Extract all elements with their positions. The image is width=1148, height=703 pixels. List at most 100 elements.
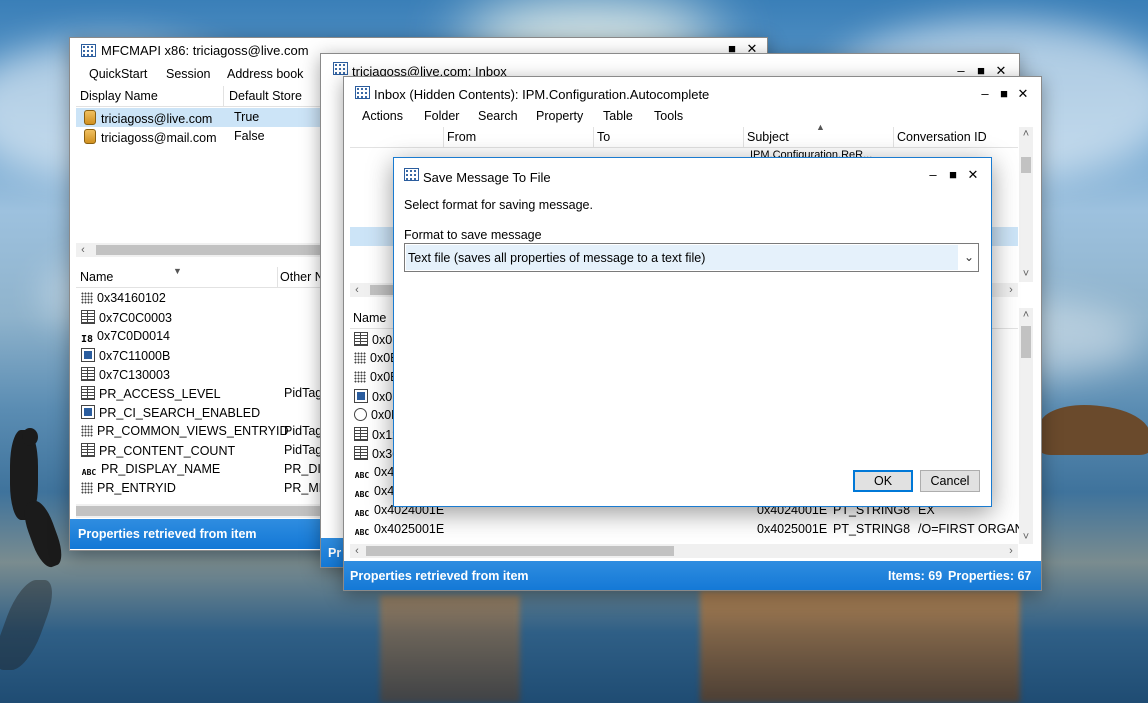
col-default-store[interactable]: Default Store xyxy=(229,89,302,103)
format-select[interactable]: Text file (saves all properties of messa… xyxy=(404,243,979,272)
abc-type-icon: ABC xyxy=(354,471,370,480)
grid-type-icon xyxy=(81,367,95,381)
box-type-icon xyxy=(354,389,368,403)
scroll-down-icon[interactable]: ˅ xyxy=(1019,267,1033,281)
scroll-left-icon[interactable]: ‹ xyxy=(350,544,364,558)
close-icon[interactable]: ✕ xyxy=(965,167,981,183)
col-from[interactable]: From xyxy=(447,130,476,144)
store-list-header: Display Name Default Store xyxy=(76,86,321,107)
store-row[interactable]: triciagoss@live.com True xyxy=(76,108,321,127)
col-other-names[interactable]: Other N xyxy=(280,270,324,284)
prop-row[interactable]: 0x34160102 xyxy=(76,289,321,308)
prop-name: 0x7C0D0014 xyxy=(97,329,170,343)
hidden-status-bar: Properties retrieved from item Items: 69… xyxy=(344,561,1041,590)
grid-type-icon xyxy=(354,446,368,460)
hidden-menubar: Actions Folder Search Property Table Too… xyxy=(344,107,1041,127)
minimize-icon[interactable]: – xyxy=(977,86,993,102)
hidden-window-title: Inbox (Hidden Contents): IPM.Configurati… xyxy=(374,87,710,102)
cancel-button[interactable]: Cancel xyxy=(920,470,980,492)
col-to[interactable]: To xyxy=(597,130,610,144)
prop-row[interactable]: 0x7C11000B xyxy=(76,346,321,365)
prop-row[interactable]: PR_ENTRYID PR_ME xyxy=(76,479,327,498)
scroll-right-icon[interactable]: › xyxy=(1004,544,1018,558)
maximize-icon[interactable]: ■ xyxy=(996,86,1012,102)
scroll-right-icon[interactable]: › xyxy=(1004,283,1018,297)
store-name: triciagoss@live.com xyxy=(101,112,213,126)
col-subject[interactable]: Subject xyxy=(747,130,789,144)
prop-name: PR_CONTENT_COUNT xyxy=(99,444,236,458)
abc-type-icon: ABC xyxy=(354,528,370,537)
prop-name: PR_ENTRYID xyxy=(97,481,176,495)
scroll-left-icon[interactable]: ‹ xyxy=(350,283,364,297)
col-name[interactable]: Name xyxy=(353,311,386,325)
app-icon xyxy=(81,44,96,57)
inbox-status-fragment: Pr xyxy=(328,546,342,560)
prop-row[interactable]: ABC 0x4025001E 0x4025001E PT_STRING8/O=FIRS… xyxy=(350,520,1027,539)
save-message-dialog: Save Message To File – ■ ✕ Select format… xyxy=(393,157,992,507)
dialog-instruction: Select format for saving message. xyxy=(404,198,593,212)
maximize-icon[interactable]: ■ xyxy=(945,167,961,183)
props-hscrollbar[interactable] xyxy=(76,504,321,518)
scroll-down-icon[interactable]: ˅ xyxy=(1019,530,1033,544)
chevron-down-icon[interactable]: ⌄ xyxy=(964,250,974,264)
store-row[interactable]: triciagoss@mail.com False xyxy=(76,127,321,146)
messages-vscrollbar[interactable]: ˄ ˅ xyxy=(1019,127,1033,282)
scroll-up-icon[interactable]: ˄ xyxy=(1019,308,1033,322)
col-name[interactable]: Name xyxy=(80,270,113,284)
box-type-icon xyxy=(81,348,95,362)
prop-value: /O=FIRST ORGANI xyxy=(918,522,1028,536)
abc-type-icon: ABC xyxy=(354,509,370,518)
menu-search[interactable]: Search xyxy=(478,109,518,123)
format-label: Format to save message xyxy=(404,228,542,242)
minimize-icon[interactable]: – xyxy=(925,167,941,183)
col-display-name[interactable]: Display Name xyxy=(80,89,158,103)
grid-type-icon xyxy=(354,332,368,346)
prop-name: 0x4025001E xyxy=(374,522,445,536)
store-default: True xyxy=(234,110,260,124)
grid-type-icon xyxy=(81,443,95,457)
prop-type: PT_STRING8 xyxy=(833,522,911,536)
prop-row[interactable]: 0x7C130003 xyxy=(76,365,321,384)
store-list-hscrollbar[interactable]: ‹ xyxy=(76,243,321,257)
col-conversation-id[interactable]: Conversation ID xyxy=(897,130,987,144)
prop-row[interactable]: 0x7C0C0003 xyxy=(76,308,321,327)
menu-actions[interactable]: Actions xyxy=(362,109,403,123)
prop-name: 0x34160102 xyxy=(97,291,166,305)
store-icon xyxy=(84,129,96,144)
grid-type-icon xyxy=(81,386,95,400)
prop-row[interactable]: ABC PR_DISPLAY_NAME PR_DIS xyxy=(76,460,329,479)
scroll-up-icon[interactable]: ˄ xyxy=(1019,127,1033,141)
hidden-titlebar[interactable]: Inbox (Hidden Contents): IPM.Configurati… xyxy=(344,77,1041,103)
menu-table[interactable]: Table xyxy=(603,109,633,123)
app-icon xyxy=(404,168,419,181)
prop-row[interactable]: PR_ACCESS_LEVEL PidTag xyxy=(76,384,322,403)
app-icon xyxy=(355,86,370,99)
grid-type-icon xyxy=(354,427,368,441)
items-count: Items: 69 xyxy=(888,569,943,583)
ok-button[interactable]: OK xyxy=(853,470,913,492)
dialog-title: Save Message To File xyxy=(423,170,551,185)
menu-quickstart[interactable]: QuickStart xyxy=(89,67,147,81)
menu-folder[interactable]: Folder xyxy=(424,109,459,123)
app-icon xyxy=(333,62,348,75)
messages-header: From To Subject ▲ Conversation ID xyxy=(350,122,1018,148)
prop-row[interactable]: PR_COMMON_VIEWS_ENTRYID PidTag xyxy=(76,422,322,441)
menu-tools[interactable]: Tools xyxy=(654,109,683,123)
scroll-left-icon[interactable]: ‹ xyxy=(76,243,90,257)
menu-session[interactable]: Session xyxy=(166,67,210,81)
prop-name: 0x7C11000B xyxy=(99,349,171,363)
prop-name: 0x7C130003 xyxy=(99,368,170,382)
menu-address-book[interactable]: Address book xyxy=(227,67,303,81)
props-vscrollbar[interactable]: ˄ ˅ xyxy=(1019,308,1033,544)
sort-down-icon: ▼ xyxy=(173,266,182,276)
binary-type-icon xyxy=(81,292,93,304)
store-icon xyxy=(84,110,96,125)
prop-row[interactable]: PR_CONTENT_COUNT PidTag xyxy=(76,441,322,460)
menu-property[interactable]: Property xyxy=(536,109,583,123)
prop-row[interactable]: I8 0x7C0D0014 xyxy=(76,327,321,346)
prop-name: 0x7C0C0003 xyxy=(99,311,172,325)
abc-type-icon: ABC xyxy=(81,468,97,477)
prop-row[interactable]: PR_CI_SEARCH_ENABLED xyxy=(76,403,321,422)
hidden-props-hscrollbar[interactable]: ‹ › xyxy=(350,544,1018,558)
close-icon[interactable]: ✕ xyxy=(1015,86,1031,102)
